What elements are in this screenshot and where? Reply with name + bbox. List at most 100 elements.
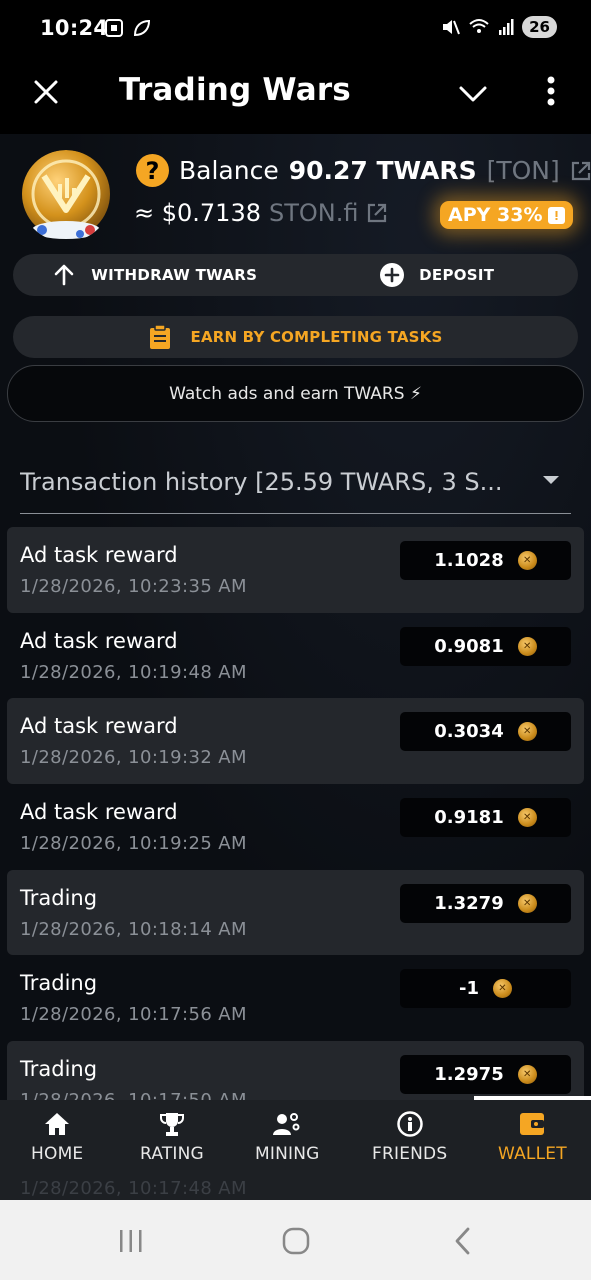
usd-row: ≈ $0.7138 STON.fi — [134, 199, 388, 227]
transaction-amount: 1.2975 ✕ — [400, 1055, 571, 1095]
watch-ads-button[interactable]: Watch ads and earn TWARS ⚡ — [7, 365, 584, 422]
screen: 10:24 26 Trading Wars ? Balance 90.27 TW… — [0, 0, 591, 1280]
transaction-row: Trading 1/28/2026, 10:17:50 AM 1.2975 ✕ — [7, 1041, 584, 1100]
nav-mining-label: MINING — [255, 1144, 320, 1164]
twars-coin-icon: ✕ — [517, 893, 537, 913]
transaction-amount-value: 1.3279 — [434, 892, 504, 914]
watch-ads-label: Watch ads and earn TWARS ⚡ — [169, 383, 422, 404]
status-right-icons: 26 — [440, 16, 557, 38]
leaf-icon — [133, 19, 151, 37]
help-icon[interactable]: ? — [136, 154, 169, 187]
transaction-row: Ad task reward 1/28/2026, 10:23:35 AM 1.… — [7, 527, 584, 613]
transaction-row: Trading 1/28/2026, 10:18:14 AM 1.3279 ✕ — [7, 869, 584, 956]
balance-row: ? Balance 90.27 TWARS [TON] — [136, 154, 591, 187]
transaction-amount-value: 0.3034 — [434, 721, 504, 743]
exchange-link[interactable]: STON.fi — [269, 199, 358, 227]
external-link-icon[interactable] — [570, 160, 591, 182]
twars-coin-icon: ✕ — [517, 808, 537, 828]
nav-friends[interactable]: FRIENDS — [372, 1110, 447, 1164]
trading-wars-logo — [22, 150, 110, 239]
more-vertical-icon[interactable] — [536, 72, 566, 112]
transaction-title: Trading — [20, 971, 98, 996]
transaction-date: 1/28/2026, 10:17:56 AM — [20, 1004, 247, 1026]
transaction-list: Ad task reward 1/28/2026, 10:23:35 AM 1.… — [7, 527, 584, 1100]
trophy-icon — [157, 1110, 187, 1138]
transaction-date: 1/28/2026, 10:17:50 AM — [20, 1090, 247, 1100]
nav-friends-label: FRIENDS — [372, 1144, 448, 1164]
balance-amount: 90.27 TWARS — [288, 156, 477, 185]
signal-icon — [499, 19, 514, 35]
transaction-amount: 0.9181 ✕ — [400, 798, 571, 838]
arrow-up-icon — [51, 262, 77, 288]
caret-down-icon — [543, 476, 559, 484]
earn-tasks-button[interactable]: EARN BY COMPLETING TASKS — [13, 316, 578, 358]
transaction-title: Ad task reward — [20, 628, 178, 653]
recent-apps-icon[interactable] — [114, 1224, 148, 1258]
transaction-amount: 1.1028 ✕ — [400, 541, 571, 580]
close-icon[interactable] — [28, 74, 64, 110]
transaction-date: 1/28/2026, 10:19:25 AM — [20, 833, 247, 855]
external-link-icon[interactable] — [366, 202, 388, 224]
wallet-actions-bar: WITHDRAW TWARS DEPOSIT — [13, 254, 578, 296]
screenshot-icon — [105, 19, 123, 37]
partially-hidden-transaction-date: 1/28/2026, 10:17:48 AM — [20, 1178, 247, 1199]
transaction-row: Ad task reward 1/28/2026, 10:19:48 AM 0.… — [7, 613, 584, 699]
twars-coin-icon: ✕ — [493, 979, 512, 999]
transaction-amount-value: 1.1028 — [434, 550, 504, 571]
transaction-amount-value: -1 — [459, 978, 479, 1000]
nav-home[interactable]: HOME — [31, 1110, 83, 1164]
nav-rating[interactable]: RATING — [140, 1110, 204, 1164]
withdraw-button[interactable]: WITHDRAW TWARS — [13, 254, 296, 296]
nav-mining[interactable]: MINING — [255, 1110, 320, 1164]
transaction-date: 1/28/2026, 10:18:14 AM — [20, 918, 247, 940]
transaction-history-label: Transaction history [25.59 TWARS, 3 S... — [20, 467, 503, 496]
transaction-amount: 0.3034 ✕ — [400, 712, 571, 752]
wifi-icon — [469, 19, 489, 33]
mute-icon — [443, 20, 461, 35]
twars-coin-icon: ✕ — [517, 722, 537, 742]
plus-circle-icon — [379, 262, 405, 288]
transaction-history-select[interactable]: Transaction history [25.59 TWARS, 3 S... — [20, 450, 571, 514]
nav-wallet[interactable]: WALLET — [498, 1110, 567, 1164]
battery-indicator: 26 — [522, 16, 557, 38]
transaction-title: Ad task reward — [20, 543, 178, 567]
transaction-amount: 0.9081 ✕ — [400, 626, 571, 666]
nav-home-label: HOME — [31, 1144, 84, 1164]
twars-coin-icon: ✕ — [517, 636, 537, 656]
home-system-icon[interactable] — [279, 1224, 313, 1258]
chevron-down-icon[interactable] — [455, 76, 491, 112]
app-title: Trading Wars — [119, 72, 351, 108]
status-time: 10:24 — [40, 16, 109, 40]
usd-value: ≈ $0.7138 — [134, 199, 261, 227]
active-tab-indicator — [474, 1096, 591, 1100]
nav-rating-label: RATING — [140, 1144, 204, 1164]
nav-wallet-label: WALLET — [498, 1144, 567, 1164]
transaction-amount-value: 0.9181 — [434, 807, 504, 829]
info-circle-icon — [395, 1110, 425, 1138]
transaction-amount: 1.3279 ✕ — [400, 883, 571, 923]
earn-tasks-label: EARN BY COMPLETING TASKS — [190, 328, 443, 346]
app-bar: Trading Wars — [0, 58, 591, 134]
apy-label: APY 33% — [448, 204, 543, 226]
transaction-amount: -1 ✕ — [400, 969, 571, 1009]
deposit-label: DEPOSIT — [419, 266, 495, 284]
deposit-button[interactable]: DEPOSIT — [296, 254, 579, 296]
apy-badge[interactable]: APY 33% — [440, 201, 574, 229]
mining-icon — [272, 1110, 302, 1138]
wallet-icon — [517, 1110, 547, 1138]
clipboard-icon — [149, 325, 170, 349]
transaction-date: 1/28/2026, 10:23:35 AM — [20, 576, 247, 597]
transaction-title: Trading — [20, 1057, 98, 1082]
transaction-date: 1/28/2026, 10:19:48 AM — [20, 661, 247, 683]
transaction-date: 1/28/2026, 10:19:32 AM — [20, 747, 247, 769]
withdraw-label: WITHDRAW TWARS — [91, 266, 258, 284]
back-icon[interactable] — [446, 1224, 480, 1258]
twars-coin-icon: ✕ — [517, 1065, 537, 1085]
bottom-navigation: 1/28/2026, 10:17:48 AM HOME RATING MININ… — [0, 1096, 591, 1200]
transaction-title: Ad task reward — [20, 800, 178, 825]
transaction-amount-value: 1.2975 — [434, 1064, 504, 1086]
twars-coin-icon: ✕ — [517, 551, 537, 570]
transaction-row: Ad task reward 1/28/2026, 10:19:32 AM 0.… — [7, 698, 584, 785]
transaction-row: Trading 1/28/2026, 10:17:56 AM -1 ✕ — [7, 955, 584, 1041]
info-icon — [548, 206, 566, 224]
